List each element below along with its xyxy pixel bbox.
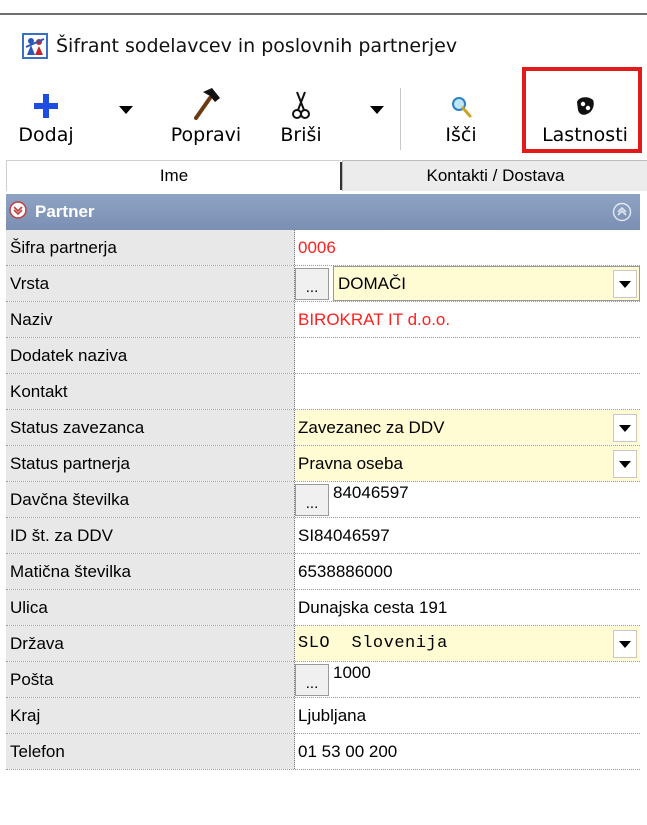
- field-row-street: Ulica Dunajska cesta 191: [6, 590, 640, 626]
- name-text: BIROKRAT IT d.o.o.: [298, 309, 451, 329]
- field-row-type: Vrsta ... DOMAČI: [6, 266, 640, 302]
- type-dropdown-button[interactable]: [613, 270, 637, 298]
- partners-app-icon: [22, 33, 48, 59]
- tax-number-value: 84046597: [333, 483, 409, 502]
- chevron-down-icon: [619, 424, 631, 432]
- field-row-phone: Telefon 01 53 00 200: [6, 734, 640, 770]
- grid-right-margin: [640, 194, 647, 825]
- street-input[interactable]: Dunajska cesta 191: [295, 590, 640, 625]
- contact-input[interactable]: [295, 374, 640, 409]
- field-label: Matična številka: [6, 554, 295, 589]
- field-row-city: Kraj Ljubljana: [6, 698, 640, 734]
- type-field[interactable]: ... DOMAČI: [295, 266, 640, 301]
- post-field[interactable]: ... 1000: [295, 662, 640, 697]
- field-label: Kontakt: [6, 374, 295, 409]
- type-ellipsis-button[interactable]: ...: [295, 267, 329, 300]
- post-ellipsis-button[interactable]: ...: [295, 663, 329, 696]
- chevron-down-icon: [619, 280, 631, 288]
- country-dropdown-button[interactable]: [613, 630, 637, 658]
- tab-contacts-label: Kontakti / Dostava: [426, 166, 565, 185]
- tax-number-ellipsis-button[interactable]: ...: [295, 483, 329, 516]
- partner-code-text: 0006: [298, 237, 336, 257]
- field-label: ID št. za DDV: [6, 518, 295, 553]
- tab-strip: Ime Kontakti / Dostava: [6, 160, 647, 191]
- field-label: Država: [6, 626, 295, 661]
- search-button[interactable]: Išči: [426, 80, 496, 158]
- edit-button[interactable]: Popravi: [156, 80, 256, 158]
- toolbar-separator: [400, 88, 401, 150]
- taxpayer-status-dropdown-button[interactable]: [613, 414, 637, 442]
- field-label: Šifra partnerja: [6, 230, 295, 265]
- field-row-tax-number: Davčna številka ... 84046597: [6, 482, 640, 518]
- name-value[interactable]: BIROKRAT IT d.o.o.: [295, 302, 640, 337]
- window-title-bar: Šifrant sodelavcev in poslovnih partnerj…: [22, 28, 457, 64]
- properties-highlight-box: [522, 67, 642, 153]
- window-top-border: [0, 13, 647, 15]
- field-row-name-addon: Dodatek naziva: [6, 338, 640, 374]
- country-name: Slovenija: [351, 634, 448, 653]
- tax-number-field[interactable]: ... 84046597: [295, 482, 640, 517]
- tab-contacts-delivery[interactable]: Kontakti / Dostava: [342, 160, 647, 191]
- magnifier-icon: [441, 80, 481, 120]
- field-label: Telefon: [6, 734, 295, 769]
- field-label: Pošta: [6, 662, 295, 697]
- hammer-icon: [186, 80, 226, 120]
- vat-id-input[interactable]: SI84046597: [295, 518, 640, 553]
- field-label: Status zavezanca: [6, 410, 295, 445]
- edit-button-label: Popravi: [170, 124, 242, 146]
- search-button-label: Išči: [445, 124, 477, 146]
- chevron-down-icon: [619, 640, 631, 648]
- field-row-country: Država SLO Slovenija: [6, 626, 640, 662]
- type-combo[interactable]: DOMAČI: [333, 266, 640, 301]
- collapse-down-icon: [9, 200, 27, 224]
- field-label: Ulica: [6, 590, 295, 625]
- country-code: SLO: [298, 634, 331, 653]
- tab-name[interactable]: Ime: [6, 160, 341, 191]
- registration-number-input[interactable]: 6538886000: [295, 554, 640, 589]
- field-label: Status partnerja: [6, 446, 295, 481]
- partner-status-combo[interactable]: Pravna oseba: [295, 446, 640, 481]
- delete-dropdown-arrow-icon[interactable]: [370, 106, 384, 114]
- field-label: Naziv: [6, 302, 295, 337]
- scissors-icon: [281, 80, 321, 120]
- field-row-registration-number: Matična številka 6538886000: [6, 554, 640, 590]
- field-label: Dodatek naziva: [6, 338, 295, 373]
- city-input[interactable]: Ljubljana: [295, 698, 640, 733]
- field-label: Davčna številka: [6, 482, 295, 517]
- field-row-partner-status: Status partnerja Pravna oseba: [6, 446, 640, 482]
- delete-button[interactable]: Briši: [271, 80, 331, 158]
- section-title: Partner: [35, 202, 95, 221]
- field-row-name: Naziv BIROKRAT IT d.o.o.: [6, 302, 640, 338]
- tab-name-label: Ime: [159, 166, 189, 185]
- type-value: DOMAČI: [338, 273, 406, 293]
- property-grid: Partner Šifra partnerja 0006 Vrsta ... D…: [6, 194, 640, 770]
- taxpayer-status-value: Zavezanec za DDV: [298, 417, 445, 437]
- delete-button-label: Briši: [280, 124, 322, 146]
- partner-status-value: Pravna oseba: [298, 453, 403, 473]
- add-dropdown-arrow-icon[interactable]: [119, 106, 133, 114]
- country-combo[interactable]: SLO Slovenija: [295, 626, 640, 661]
- field-row-partner-code: Šifra partnerja 0006: [6, 230, 640, 266]
- field-row-taxpayer-status: Status zavezanca Zavezanec za DDV: [6, 410, 640, 446]
- phone-input[interactable]: 01 53 00 200: [295, 734, 640, 769]
- add-button[interactable]: Dodaj: [6, 80, 86, 158]
- partner-code-value[interactable]: 0006: [295, 230, 640, 265]
- collapse-up-icon[interactable]: [612, 202, 632, 227]
- taxpayer-status-combo[interactable]: Zavezanec za DDV: [295, 410, 640, 445]
- name-addon-input[interactable]: [295, 338, 640, 373]
- post-value: 1000: [333, 663, 371, 682]
- add-button-label: Dodaj: [18, 124, 74, 146]
- field-row-contact: Kontakt: [6, 374, 640, 410]
- partner-status-dropdown-button[interactable]: [613, 450, 637, 478]
- field-row-post: Pošta ... 1000: [6, 662, 640, 698]
- field-row-vat-id: ID št. za DDV SI84046597: [6, 518, 640, 554]
- field-label: Kraj: [6, 698, 295, 733]
- section-header-partner[interactable]: Partner: [6, 194, 640, 230]
- chevron-down-icon: [619, 460, 631, 468]
- window-title: Šifrant sodelavcev in poslovnih partnerj…: [56, 35, 458, 57]
- field-label: Vrsta: [6, 266, 295, 301]
- plus-icon: [26, 80, 66, 120]
